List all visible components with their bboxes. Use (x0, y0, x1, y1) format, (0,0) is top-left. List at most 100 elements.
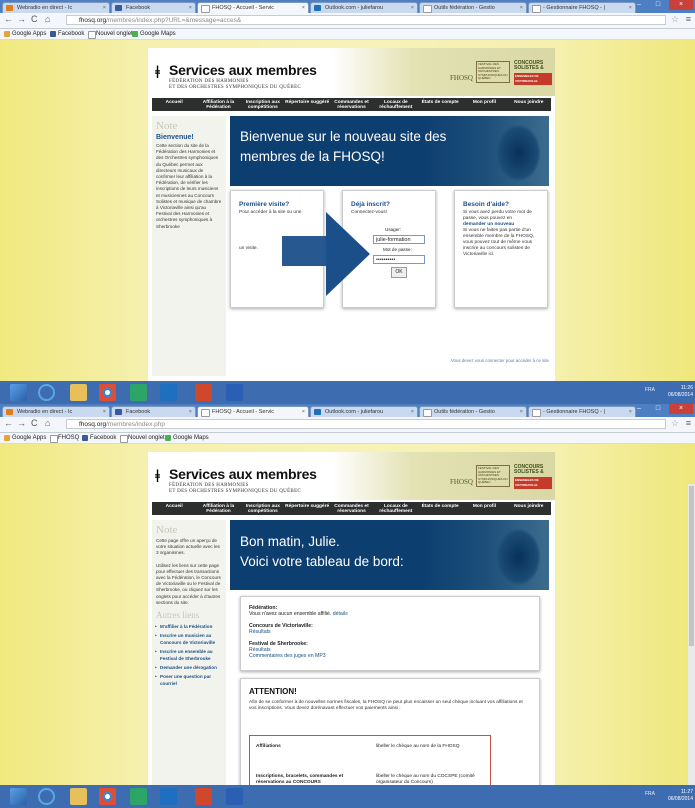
close-icon[interactable]: × (520, 407, 523, 417)
nav-profil[interactable]: Mon profil (462, 98, 506, 111)
tab-outils[interactable]: Outils fédération - Gestio × (419, 406, 527, 417)
nav-affiliation[interactable]: Affiliation à la Fédération (196, 98, 240, 111)
clock[interactable]: 11:27 06/08/2014 (668, 789, 693, 803)
close-icon[interactable]: × (103, 3, 106, 13)
start-icon[interactable] (10, 788, 27, 805)
festival-logo[interactable]: FESTIVAL DES HARMONIES ET ORCHESTRES SYM… (476, 61, 510, 83)
bookmark-fhosq[interactable]: FHOSQ (50, 433, 79, 443)
minimize-button[interactable]: – (631, 0, 647, 10)
scrollbar[interactable] (688, 484, 695, 808)
logo-title[interactable]: Services aux membres (169, 62, 317, 78)
link-affilier[interactable]: M'affilier à la Fédération (155, 624, 222, 631)
close-icon[interactable]: × (103, 407, 106, 417)
concours-logo[interactable]: CONCOURS SOLISTES & ENSEMBLES DE VICTORIA… (514, 61, 552, 85)
word-icon[interactable] (226, 788, 243, 805)
logo-title[interactable]: Services aux membres (169, 466, 317, 482)
password-input[interactable]: •••••••••• (373, 255, 425, 264)
minimize-button[interactable]: – (631, 404, 647, 414)
home-icon[interactable]: ⌂ (45, 418, 50, 428)
menu-icon[interactable]: ≡ (686, 14, 691, 24)
tab-fhosq[interactable]: FHOSQ - Accueil - Servic × (197, 2, 309, 13)
festival-logo[interactable]: FESTIVAL DES HARMONIES ET ORCHESTRES SYM… (476, 465, 510, 487)
nav-accueil[interactable]: Accueil (152, 502, 196, 515)
tab-facebook[interactable]: Facebook × (111, 2, 196, 13)
home-icon[interactable]: ⌂ (45, 14, 50, 24)
nav-joindre[interactable]: Nous joindre (507, 98, 551, 111)
maximize-button[interactable]: □ (649, 404, 667, 414)
bookmark-facebook[interactable]: Facebook (82, 433, 116, 443)
tab-outils[interactable]: Outils fédération - Gestio × (419, 2, 527, 13)
close-icon[interactable]: × (411, 407, 414, 417)
nav-inscription[interactable]: Inscription aux compétitions (241, 98, 285, 111)
menu-icon[interactable]: ≡ (686, 418, 691, 428)
concours-logo[interactable]: CONCOURS SOLISTES & ENSEMBLES DE VICTORIA… (514, 465, 552, 489)
reload-icon[interactable]: C (31, 418, 38, 428)
tab-webradio[interactable]: Webradio en direct - Ic × (2, 2, 110, 13)
tab-webradio[interactable]: Webradio en direct - Ic × (2, 406, 110, 417)
back-icon[interactable]: ← (4, 14, 13, 24)
bookmark-new-tab[interactable]: Nouvel onglet (120, 433, 165, 443)
nav-etats[interactable]: États de compte (418, 98, 462, 111)
nav-accueil[interactable]: Accueil (152, 98, 196, 111)
tab-gestionnaire[interactable]: - Gestionnaire FHOSQ - | × (528, 2, 636, 13)
close-icon[interactable]: × (302, 407, 305, 417)
tab-gestionnaire[interactable]: - Gestionnaire FHOSQ - | × (528, 406, 636, 417)
app-icon[interactable] (130, 788, 147, 805)
bookmark-google-apps[interactable]: Google Apps (4, 29, 46, 39)
tab-outlook[interactable]: Outlook.com - juliefarou × (310, 2, 418, 13)
nav-repertoire[interactable]: Répertoire suggéré (285, 98, 329, 111)
powerpoint-icon[interactable] (195, 788, 212, 805)
tab-facebook[interactable]: Facebook × (111, 406, 196, 417)
close-icon[interactable]: × (411, 3, 414, 13)
ie-icon[interactable] (38, 384, 55, 401)
judges-comments-link[interactable]: Commentaires des juges en MP3 (249, 653, 531, 659)
nav-commandes[interactable]: Commandes et réservations (329, 502, 373, 515)
nav-etats[interactable]: États de compte (418, 502, 462, 515)
scrollbar-thumb[interactable] (689, 486, 694, 646)
outlook-icon[interactable] (160, 788, 177, 805)
nav-commandes[interactable]: Commandes et réservations (329, 98, 373, 111)
close-window-button[interactable]: × (669, 0, 693, 10)
outlook-icon[interactable] (160, 384, 177, 401)
nav-locaux[interactable]: Locaux de réchauffement (374, 98, 418, 111)
chrome-icon[interactable] (99, 788, 116, 805)
nav-joindre[interactable]: Nous joindre (507, 502, 551, 515)
word-icon[interactable] (226, 384, 243, 401)
bookmark-maps[interactable]: Google Maps (132, 29, 176, 39)
close-icon[interactable]: × (520, 3, 523, 13)
url-input[interactable]: fhosq.org/membres/index.php?URL=&message… (66, 15, 666, 25)
bookmark-new-tab[interactable]: Nouvel onglet (88, 29, 133, 39)
folder-icon[interactable] (70, 788, 87, 805)
link-question[interactable]: Poser une question par courriel (155, 674, 222, 687)
bookmark-google-apps[interactable]: Google Apps (4, 433, 46, 443)
forward-icon[interactable]: → (17, 418, 26, 428)
nav-inscription[interactable]: Inscription aux compétitions (241, 502, 285, 515)
close-icon[interactable]: × (189, 3, 192, 13)
close-icon[interactable]: × (302, 3, 305, 13)
bookmark-maps[interactable]: Google Maps (165, 433, 209, 443)
nav-repertoire[interactable]: Répertoire suggéré (285, 502, 329, 515)
clock[interactable]: 11:26 06/08/2014 (668, 385, 693, 399)
link-derogation[interactable]: Demander une dérogation (155, 665, 222, 672)
link-inscrire-musicien[interactable]: Inscrire un musicien au Concours de Vict… (155, 633, 222, 646)
close-window-button[interactable]: × (669, 404, 693, 414)
forward-icon[interactable]: → (17, 14, 26, 24)
nav-profil[interactable]: Mon profil (462, 502, 506, 515)
app-icon[interactable] (130, 384, 147, 401)
ok-button[interactable]: OK (391, 267, 407, 278)
fhosq-logo[interactable]: FHOSQ (450, 478, 473, 486)
nav-locaux[interactable]: Locaux de réchauffement (374, 502, 418, 515)
concours-results-link[interactable]: Résultats (249, 629, 531, 635)
bookmark-star-icon[interactable]: ☆ (671, 14, 679, 25)
reload-icon[interactable]: C (31, 14, 38, 24)
close-icon[interactable]: × (189, 407, 192, 417)
nav-affiliation[interactable]: Affiliation à la Fédération (196, 502, 240, 515)
chrome-icon[interactable] (99, 384, 116, 401)
ie-icon[interactable] (38, 788, 55, 805)
details-link[interactable]: détails (333, 611, 348, 617)
bookmark-facebook[interactable]: Facebook (50, 29, 84, 39)
fhosq-logo[interactable]: FHOSQ (450, 74, 473, 82)
folder-icon[interactable] (70, 384, 87, 401)
link-inscrire-ensemble[interactable]: Inscrire un ensemble au Festival de Sher… (155, 649, 222, 662)
language-indicator[interactable]: FRA (645, 791, 655, 797)
